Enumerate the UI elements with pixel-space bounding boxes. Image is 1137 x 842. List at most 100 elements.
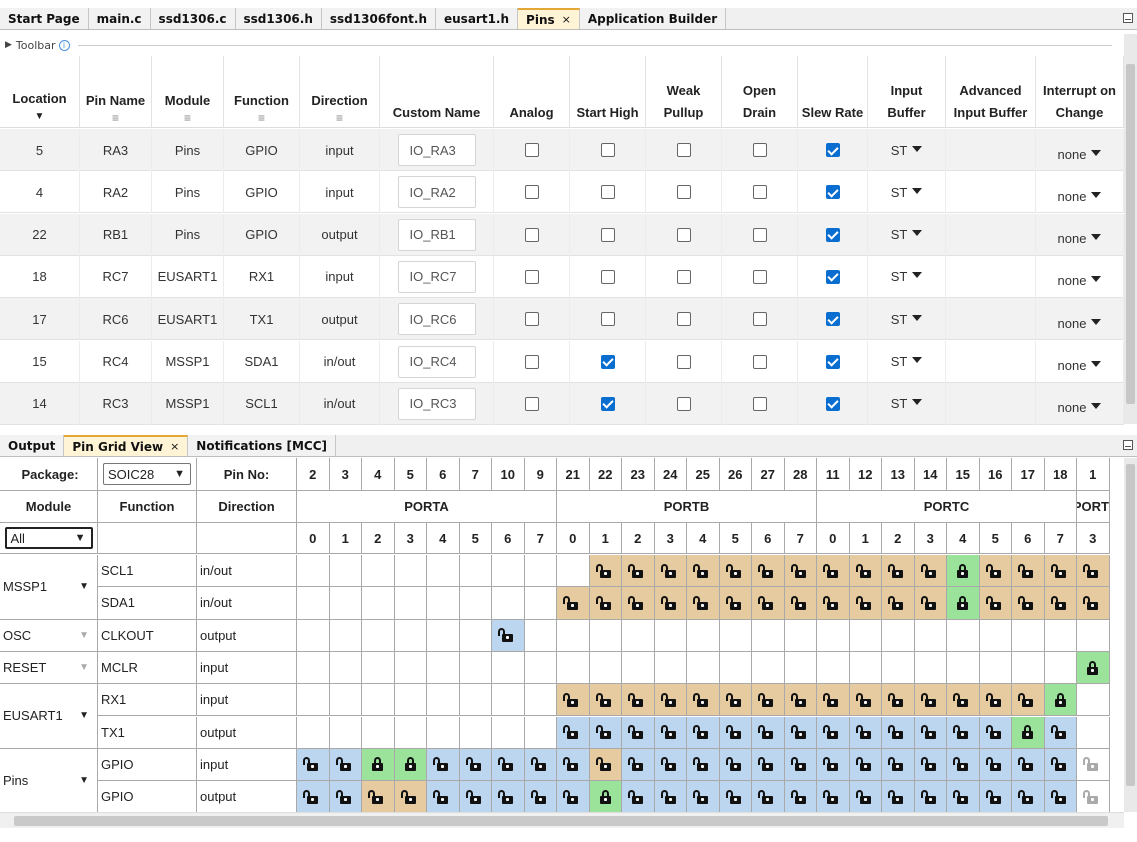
pin-cell[interactable] — [784, 684, 817, 717]
slew-rate-checkbox[interactable] — [825, 312, 840, 327]
pin-cell[interactable] — [817, 651, 850, 685]
pin-cell[interactable] — [622, 781, 655, 814]
analog-checkbox[interactable] — [524, 185, 539, 200]
pin-number[interactable]: 16 — [979, 458, 1012, 491]
pin-cell[interactable] — [394, 651, 427, 685]
pin-number[interactable]: 7 — [459, 458, 492, 491]
pin-cell[interactable] — [362, 587, 395, 620]
pin-cell[interactable] — [947, 781, 980, 814]
pin-cell[interactable] — [622, 555, 655, 588]
pin-cell[interactable] — [687, 587, 720, 620]
ioc-dropdown[interactable]: none — [1058, 273, 1102, 288]
pin-cell[interactable] — [622, 587, 655, 620]
pin-cell[interactable] — [362, 781, 395, 814]
pin-cell[interactable] — [394, 619, 427, 652]
pin-cell[interactable] — [1012, 555, 1045, 588]
pin-cell[interactable] — [557, 619, 590, 652]
info-icon[interactable]: i — [58, 39, 70, 51]
pin-cell[interactable] — [719, 684, 752, 717]
pin-number[interactable]: 28 — [784, 458, 817, 491]
weak-pullup-checkbox[interactable] — [676, 354, 691, 369]
tab-eusart1-h[interactable]: eusart1.h — [436, 8, 519, 29]
grid-horizontal-scrollbar[interactable] — [0, 812, 1124, 828]
pin-cell[interactable] — [752, 555, 785, 588]
pin-cell[interactable] — [524, 716, 557, 749]
pin-cell[interactable] — [427, 651, 460, 685]
pin-cell[interactable] — [297, 619, 330, 652]
slew-rate-checkbox[interactable] — [825, 227, 840, 242]
ioc-dropdown[interactable]: none — [1058, 189, 1102, 204]
start-high-checkbox[interactable] — [600, 227, 615, 242]
filter-icon[interactable]: ≡ — [184, 112, 191, 124]
pin-cell[interactable] — [459, 748, 492, 782]
tab-application-builder[interactable]: Application Builder — [579, 8, 727, 29]
close-icon[interactable]: × — [170, 440, 179, 453]
open-drain-checkbox[interactable] — [752, 354, 767, 369]
pin-cell[interactable] — [849, 748, 882, 782]
pin-cell[interactable] — [557, 748, 590, 782]
header-start-high[interactable]: Start High — [570, 56, 646, 128]
pin-cell[interactable] — [882, 781, 915, 814]
input-buffer-dropdown[interactable]: ST — [891, 396, 923, 411]
pin-cell[interactable] — [589, 619, 622, 652]
pin-cell[interactable] — [849, 684, 882, 717]
header-advanced-input-buffer[interactable]: Advanced Input Buffer — [946, 56, 1036, 128]
module-cell[interactable]: OSC ▼ — [0, 619, 98, 652]
grid-vertical-scrollbar[interactable] — [1124, 458, 1137, 812]
pin-cell[interactable] — [687, 781, 720, 814]
pin-cell[interactable] — [817, 748, 850, 782]
pin-number[interactable]: 6 — [427, 458, 460, 491]
module-cell[interactable]: Pins ▼ — [0, 748, 98, 814]
pin-cell[interactable] — [492, 619, 525, 652]
pin-cell[interactable] — [1012, 748, 1045, 782]
module-cell[interactable]: RESET ▼ — [0, 651, 98, 685]
input-buffer-dropdown[interactable]: ST — [891, 269, 923, 284]
ioc-dropdown[interactable]: none — [1058, 231, 1102, 246]
pin-cell[interactable] — [817, 555, 850, 588]
pin-number[interactable]: 13 — [882, 458, 915, 491]
pin-cell[interactable] — [459, 716, 492, 749]
open-drain-checkbox[interactable] — [752, 227, 767, 242]
pin-cell[interactable] — [947, 555, 980, 588]
filter-icon[interactable]: ≡ — [258, 112, 265, 124]
pin-cell[interactable] — [1044, 781, 1077, 814]
pin-cell[interactable] — [882, 716, 915, 749]
ioc-dropdown[interactable]: none — [1058, 400, 1102, 415]
pin-cell[interactable] — [589, 781, 622, 814]
input-buffer-dropdown[interactable]: ST — [891, 143, 923, 158]
close-icon[interactable]: × — [562, 13, 571, 26]
pin-cell[interactable] — [849, 651, 882, 685]
pin-cell[interactable] — [979, 716, 1012, 749]
weak-pullup-checkbox[interactable] — [676, 227, 691, 242]
pin-cell[interactable] — [329, 684, 362, 717]
slew-rate-checkbox[interactable] — [825, 396, 840, 411]
pin-cell[interactable] — [914, 587, 947, 620]
pin-cell[interactable] — [849, 555, 882, 588]
pin-cell[interactable] — [459, 587, 492, 620]
pin-cell[interactable] — [979, 619, 1012, 652]
pin-cell[interactable] — [784, 781, 817, 814]
pin-cell[interactable] — [1077, 684, 1110, 717]
tab-ssd1306font-h[interactable]: ssd1306font.h — [321, 8, 436, 29]
pin-cell[interactable] — [784, 716, 817, 749]
pin-cell[interactable] — [329, 716, 362, 749]
pin-cell[interactable] — [752, 651, 785, 685]
analog-checkbox[interactable] — [524, 143, 539, 157]
open-drain-checkbox[interactable] — [752, 185, 767, 200]
weak-pullup-checkbox[interactable] — [676, 396, 691, 411]
tab-pin-grid-view[interactable]: Pin Grid View × — [64, 435, 189, 456]
pin-number[interactable]: 23 — [622, 458, 655, 491]
pin-cell[interactable] — [459, 555, 492, 588]
pin-number[interactable]: 25 — [687, 458, 720, 491]
pin-cell[interactable] — [719, 651, 752, 685]
tab-main-c[interactable]: main.c — [88, 8, 151, 29]
pin-number[interactable]: 17 — [1012, 458, 1045, 491]
pin-cell[interactable] — [1012, 684, 1045, 717]
pin-cell[interactable] — [719, 748, 752, 782]
tab-start-page[interactable]: Start Page — [0, 8, 89, 29]
pin-cell[interactable] — [1077, 619, 1110, 652]
pin-cell[interactable] — [719, 781, 752, 814]
pin-cell[interactable] — [557, 716, 590, 749]
pin-cell[interactable] — [427, 684, 460, 717]
filter-icon[interactable]: ≡ — [112, 112, 119, 124]
